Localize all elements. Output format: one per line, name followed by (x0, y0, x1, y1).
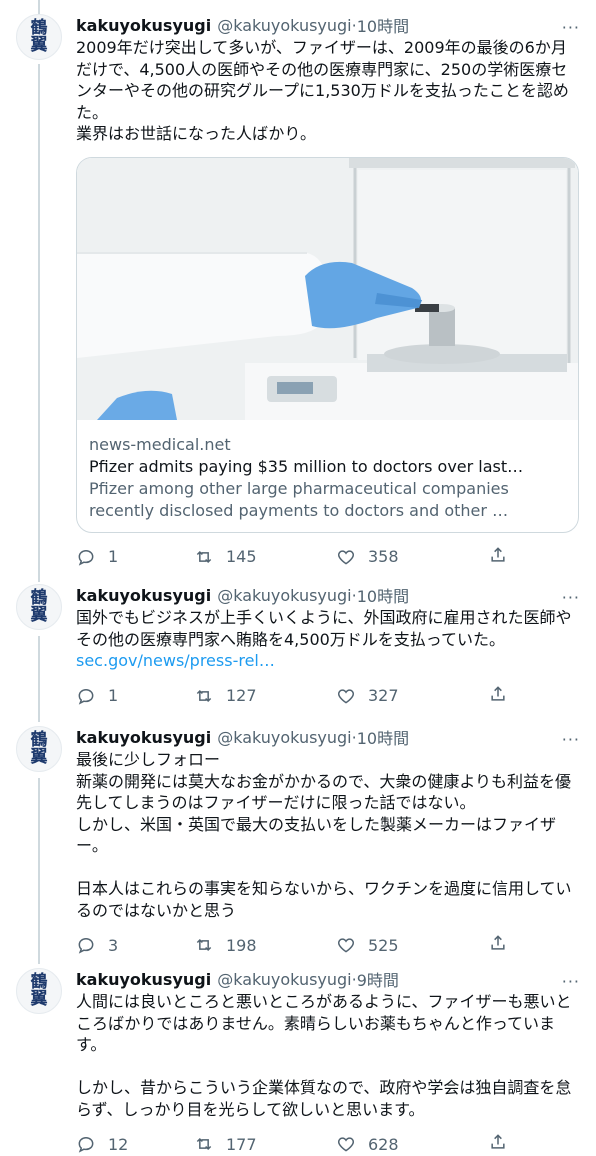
share-button[interactable] (488, 684, 508, 708)
tweet-header: kakuyokusyugi @kakuyokusyugi · 10時間 (76, 13, 580, 37)
reply-icon (78, 1136, 94, 1153)
tweet[interactable]: 鶴 翼 kakuyokusyugi @kakuyokusyugi · 10時間 … (0, 14, 596, 574)
display-name[interactable]: kakuyokusyugi (76, 16, 211, 35)
tweet[interactable]: 鶴 翼 kakuyokusyugi @kakuyokusyugi · 10時間 … (0, 726, 596, 956)
handle[interactable]: @kakuyokusyugi (217, 970, 351, 989)
share-icon (491, 546, 505, 562)
like-button[interactable]: 327 (336, 686, 488, 706)
tweet-header: kakuyokusyugi @kakuyokusyugi · 10時間 (76, 725, 580, 749)
reply-button[interactable]: 1 (76, 686, 204, 706)
reply-icon (78, 937, 94, 954)
reply-button[interactable]: 1 (76, 547, 204, 567)
retweet-button[interactable]: 198 (194, 935, 336, 955)
reply-icon (78, 549, 94, 566)
reply-count: 12 (108, 1134, 129, 1154)
tweet[interactable]: 鶴 翼 kakuyokusyugi @kakuyokusyugi · 10時間 … (0, 584, 596, 714)
reply-icon (78, 688, 94, 705)
thread-line (38, 0, 40, 14)
handle[interactable]: @kakuyokusyugi (217, 728, 351, 747)
reply-button[interactable]: 12 (76, 1134, 204, 1154)
share-icon (491, 1134, 505, 1149)
tweet-header: kakuyokusyugi @kakuyokusyugi · 9時間 (76, 967, 580, 991)
retweet-count: 177 (226, 1134, 257, 1154)
display-name[interactable]: kakuyokusyugi (76, 728, 211, 747)
heart-icon (337, 1137, 355, 1152)
action-bar: 12 177 628 (76, 1129, 580, 1156)
retweet-icon (196, 550, 212, 563)
avatar-glyph: 翼 (30, 605, 48, 625)
like-button[interactable]: 628 (336, 1134, 488, 1154)
tweet-text: 2009年だけ突出して多いが、ファイザーは、2009年の最後の6か月だけで、4,… (76, 38, 569, 143)
link-card[interactable]: news-medical.net Pfizer admits paying $3… (76, 156, 579, 533)
retweet-button[interactable]: 145 (194, 547, 336, 567)
avatar-glyph: 翼 (30, 989, 48, 1009)
card-title: Pfizer admits paying $35 million to doct… (89, 456, 524, 476)
share-icon (491, 685, 505, 701)
retweet-icon (196, 938, 212, 952)
tweet[interactable]: 鶴 翼 kakuyokusyugi @kakuyokusyugi · 9時間 ·… (0, 968, 596, 1156)
reply-count: 3 (108, 935, 119, 955)
tweet-text: 人間には良いところと悪いところがあるように、ファイザーも悪いところばかりではあり… (76, 992, 572, 1119)
reply-count: 1 (108, 547, 119, 566)
display-name[interactable]: kakuyokusyugi (76, 586, 211, 605)
tweet-text: 国外でもビジネスが上手くいくように、外国政府に雇用された医師やその他の医療専門家… (76, 608, 572, 649)
timestamp[interactable]: 10時間 (357, 13, 409, 37)
retweet-icon (196, 689, 212, 702)
timestamp[interactable]: 10時間 (357, 725, 409, 749)
handle[interactable]: @kakuyokusyugi (217, 586, 351, 605)
like-button[interactable]: 525 (336, 935, 488, 955)
heart-icon (337, 938, 355, 953)
share-button[interactable] (488, 1132, 508, 1156)
like-count: 628 (368, 1134, 399, 1154)
tweet-header: kakuyokusyugi @kakuyokusyugi · 10時間 (76, 583, 580, 607)
more-icon[interactable]: ··· (562, 588, 580, 607)
more-icon[interactable]: ··· (562, 972, 580, 991)
heart-icon (337, 688, 355, 704)
lab-scale-illustration (77, 157, 578, 420)
more-icon[interactable]: ··· (562, 18, 580, 37)
retweet-count: 198 (226, 935, 257, 955)
reply-button[interactable]: 3 (76, 935, 204, 955)
avatar[interactable]: 鶴 翼 (16, 584, 62, 630)
share-button[interactable] (488, 933, 508, 957)
heart-icon (337, 549, 355, 565)
avatar[interactable]: 鶴 翼 (16, 14, 62, 60)
avatar[interactable]: 鶴 翼 (16, 968, 62, 1014)
retweet-count: 127 (226, 686, 257, 705)
like-count: 525 (368, 935, 399, 955)
action-bar: 3 198 525 (76, 930, 580, 960)
timestamp[interactable]: 10時間 (357, 583, 409, 607)
card-image (77, 157, 578, 420)
like-count: 358 (368, 547, 399, 566)
reply-count: 1 (108, 686, 119, 705)
avatar-glyph: 翼 (30, 35, 48, 55)
timestamp[interactable]: 9時間 (357, 967, 399, 991)
like-button[interactable]: 358 (336, 547, 488, 567)
retweet-button[interactable]: 127 (194, 686, 336, 706)
handle[interactable]: @kakuyokusyugi (217, 16, 351, 35)
card-domain: news-medical.net (89, 434, 231, 454)
card-description-line: Pfizer among other large pharmaceutical … (89, 478, 509, 498)
avatar-glyph: 翼 (30, 747, 48, 767)
display-name[interactable]: kakuyokusyugi (76, 970, 211, 989)
external-link[interactable]: sec.gov/news/press-rel… (76, 650, 580, 672)
tweet-text: 最後に少しフォロー 新薬の開発には莫大なお金がかかるので、大衆の健康よりも利益を… (76, 750, 572, 920)
like-count: 327 (368, 686, 399, 705)
action-bar: 1 127 327 (76, 681, 580, 711)
card-description-line: recently disclosed payments to doctors a… (89, 500, 509, 520)
avatar[interactable]: 鶴 翼 (16, 726, 62, 772)
share-button[interactable] (488, 545, 508, 569)
retweet-count: 145 (226, 547, 257, 566)
retweet-button[interactable]: 177 (194, 1134, 336, 1154)
action-bar: 1 145 358 (76, 542, 580, 572)
retweet-icon (196, 1137, 212, 1151)
more-icon[interactable]: ··· (562, 730, 580, 749)
share-icon (491, 935, 505, 950)
